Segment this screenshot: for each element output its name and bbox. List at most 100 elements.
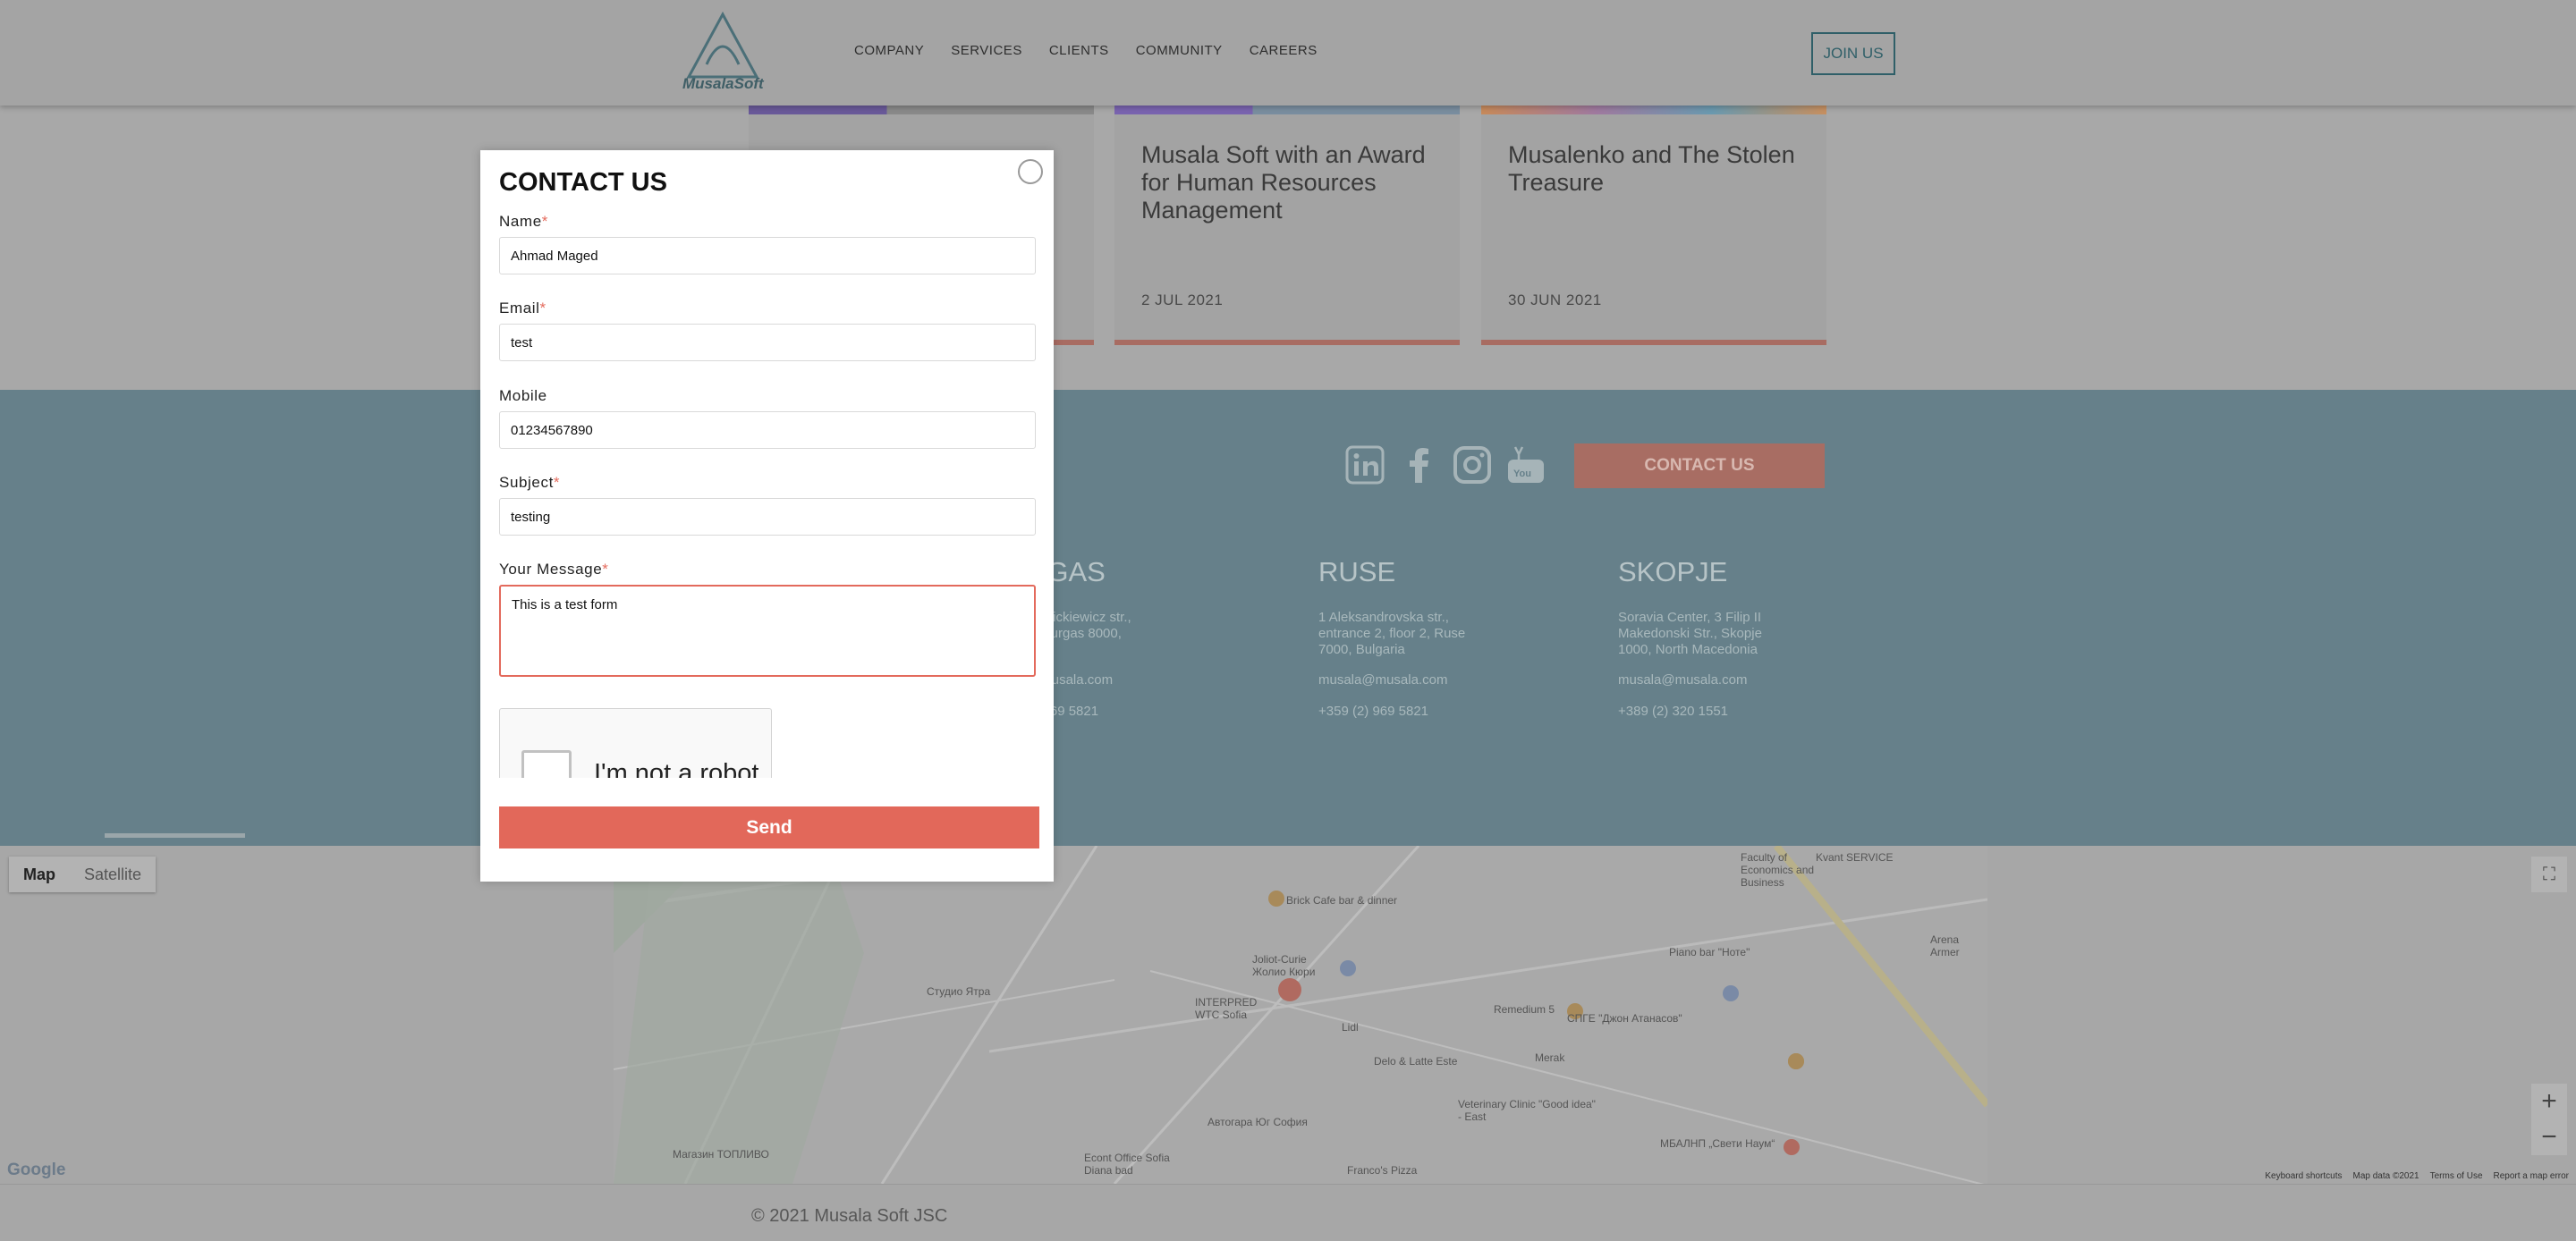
- news-card-date: 2 JUL 2021: [1141, 291, 1224, 308]
- nav-clients[interactable]: CLIENTS: [1049, 43, 1109, 58]
- office-address: Soravia Center, 3 Filip II Makedonski St…: [1618, 610, 1762, 657]
- message-field[interactable]: This is a test form: [499, 585, 1036, 677]
- fullscreen-icon[interactable]: ⛶: [2531, 857, 2567, 892]
- site-footer: You CONTACT US RGAS m Mickiewicz str., 5…: [0, 390, 2576, 846]
- carousel-indicator[interactable]: [105, 833, 245, 838]
- contact-modal: CONTACT US Name* Email* Mobile Subject* …: [480, 150, 1054, 882]
- nav-services[interactable]: SERVICES: [951, 43, 1022, 58]
- email-label: Email*: [499, 300, 547, 317]
- shop-pin-icon[interactable]: [1340, 960, 1356, 976]
- nav-community[interactable]: COMMUNITY: [1136, 43, 1223, 58]
- linkedin-icon[interactable]: [1345, 445, 1385, 485]
- logo-text: MusalaSoft: [682, 75, 764, 92]
- keyboard-shortcuts-link[interactable]: Keyboard shortcuts: [2265, 1171, 2342, 1181]
- map-label: МБАЛНП „Свети Наум“: [1660, 1137, 1775, 1150]
- youtube-icon[interactable]: You: [1506, 445, 1546, 485]
- zoom-control: + −: [2531, 1084, 2567, 1155]
- copyright-text: © 2021 Musala Soft JSC: [751, 1206, 948, 1226]
- message-label: Your Message*: [499, 561, 609, 578]
- zoom-out-button[interactable]: −: [2531, 1119, 2567, 1155]
- map-label: СПГЕ "Джон Атанасов": [1567, 1012, 1682, 1025]
- news-card[interactable]: Musalenko and The Stolen Treasure 30 JUN…: [1481, 106, 1826, 345]
- news-card[interactable]: Musala Soft with an Award for Human Reso…: [1114, 106, 1460, 345]
- map-footer: Keyboard shortcuts Map data ©2021 Terms …: [2265, 1171, 2569, 1181]
- svg-text:You: You: [1513, 469, 1531, 479]
- office-name: RGAS: [1027, 556, 1106, 587]
- map-label: Delo & Latte Este: [1374, 1055, 1458, 1068]
- office-email[interactable]: musala@musala.com: [1318, 672, 1587, 688]
- office-email[interactable]: musala@musala.com: [1618, 672, 1886, 688]
- map-type-satellite-button[interactable]: Satellite: [70, 857, 156, 892]
- map-label: INTERPRED WTC Sofia: [1195, 996, 1258, 1021]
- terms-link[interactable]: Terms of Use: [2430, 1171, 2483, 1181]
- map-widget[interactable]: Brick Cafe bar & dinner Joliot-Curie Жол…: [0, 846, 2576, 1184]
- nav-company[interactable]: COMPANY: [854, 43, 924, 58]
- modal-title: CONTACT US: [499, 168, 667, 197]
- map-label: Автогара Юг София: [1208, 1116, 1308, 1128]
- map-type-map-button[interactable]: Map: [9, 857, 70, 892]
- mobile-field[interactable]: [499, 411, 1036, 449]
- close-icon[interactable]: [1018, 159, 1043, 184]
- office-name: SKOPJE: [1618, 556, 1728, 587]
- restaurant-pin-icon[interactable]: [1268, 891, 1284, 907]
- map-data-text: Map data ©2021: [2352, 1171, 2419, 1181]
- recaptcha-widget: I'm not a robot: [499, 708, 772, 778]
- office-name: RUSE: [1318, 556, 1396, 587]
- news-card-image: [1481, 106, 1826, 114]
- map-label: Lidl: [1342, 1021, 1359, 1034]
- copyright-bar: © 2021 Musala Soft JSC: [0, 1184, 2576, 1241]
- mobile-label: Mobile: [499, 387, 547, 404]
- news-section: Musala Soft with an Award for Human Reso…: [0, 106, 2576, 390]
- news-card-image: [749, 106, 1094, 114]
- news-card-date: 30 JUN 2021: [1508, 291, 1602, 308]
- office-phone[interactable]: 2) 969 5821: [1027, 704, 1295, 719]
- map-label: Remedium 5: [1494, 1003, 1555, 1016]
- map-label: Piano bar "Ноте": [1669, 946, 1750, 958]
- email-field[interactable]: [499, 324, 1036, 361]
- recaptcha-checkbox[interactable]: [521, 750, 572, 778]
- shop-pin-icon[interactable]: [1723, 985, 1739, 1001]
- office-skopje: SKOPJE Soravia Center, 3 Filip II Makedo…: [1618, 556, 1886, 735]
- map-type-control: Map Satellite: [9, 857, 157, 892]
- main-nav: COMPANY SERVICES CLIENTS COMMUNITY CAREE…: [854, 43, 1344, 58]
- office-email[interactable]: @musala.com: [1027, 672, 1295, 688]
- zoom-in-button[interactable]: +: [2531, 1084, 2567, 1119]
- map-label: Faculty of Economics and Business: [1741, 851, 1815, 889]
- map-label: Студио Ятра: [927, 985, 991, 998]
- footer-contact-button[interactable]: CONTACT US: [1574, 443, 1825, 488]
- instagram-icon[interactable]: [1453, 445, 1492, 485]
- map-canvas[interactable]: Brick Cafe bar & dinner Joliot-Curie Жол…: [614, 846, 1987, 1184]
- map-label: Joliot-Curie Жолио Кюри: [1252, 953, 1316, 978]
- office-address: 1 Aleksandrovska str., entrance 2, floor…: [1318, 610, 1466, 657]
- map-label: Veterinary Clinic "Good idea" - East: [1458, 1098, 1596, 1123]
- nav-careers[interactable]: CAREERS: [1250, 43, 1318, 58]
- office-burgas: RGAS m Mickiewicz str., 5, Burgas 8000, …: [1027, 556, 1295, 735]
- facebook-icon[interactable]: [1401, 445, 1440, 485]
- news-card-image: [1114, 106, 1460, 114]
- map-label: Магазин ТОПЛИВО: [673, 1148, 769, 1161]
- google-logo: Google: [7, 1161, 66, 1179]
- restaurant-pin-icon[interactable]: [1788, 1053, 1804, 1069]
- hospital-pin-icon[interactable]: [1784, 1139, 1800, 1155]
- map-label: Econt Office Sofia Diana bad: [1084, 1152, 1170, 1177]
- site-header: MusalaSoft COMPANY SERVICES CLIENTS COMM…: [0, 0, 2576, 106]
- office-phone[interactable]: +359 (2) 969 5821: [1318, 704, 1587, 719]
- join-us-button[interactable]: JOIN US: [1811, 32, 1895, 75]
- map-location-pin-icon[interactable]: [1278, 978, 1301, 1001]
- report-error-link[interactable]: Report a map error: [2494, 1171, 2569, 1181]
- news-card-title: Musala Soft with an Award for Human Reso…: [1141, 141, 1426, 224]
- send-button[interactable]: Send: [499, 806, 1039, 848]
- office-ruse: RUSE 1 Aleksandrovska str., entrance 2, …: [1318, 556, 1587, 735]
- recaptcha-label: I'm not a robot: [594, 759, 759, 778]
- subject-label: Subject*: [499, 474, 561, 491]
- name-field[interactable]: [499, 237, 1036, 274]
- news-card-title: Musalenko and The Stolen Treasure: [1508, 141, 1795, 196]
- map-label: Brick Cafe bar & dinner: [1286, 894, 1398, 907]
- map-label: Arena Armer: [1930, 933, 1960, 958]
- map-label: Merak: [1535, 1051, 1565, 1064]
- subject-field[interactable]: [499, 498, 1036, 536]
- map-label: Franco's Pizza: [1347, 1164, 1418, 1177]
- office-address: m Mickiewicz str., 5, Burgas 8000, ria: [1027, 610, 1131, 657]
- name-label: Name*: [499, 213, 548, 230]
- office-phone[interactable]: +389 (2) 320 1551: [1618, 704, 1886, 719]
